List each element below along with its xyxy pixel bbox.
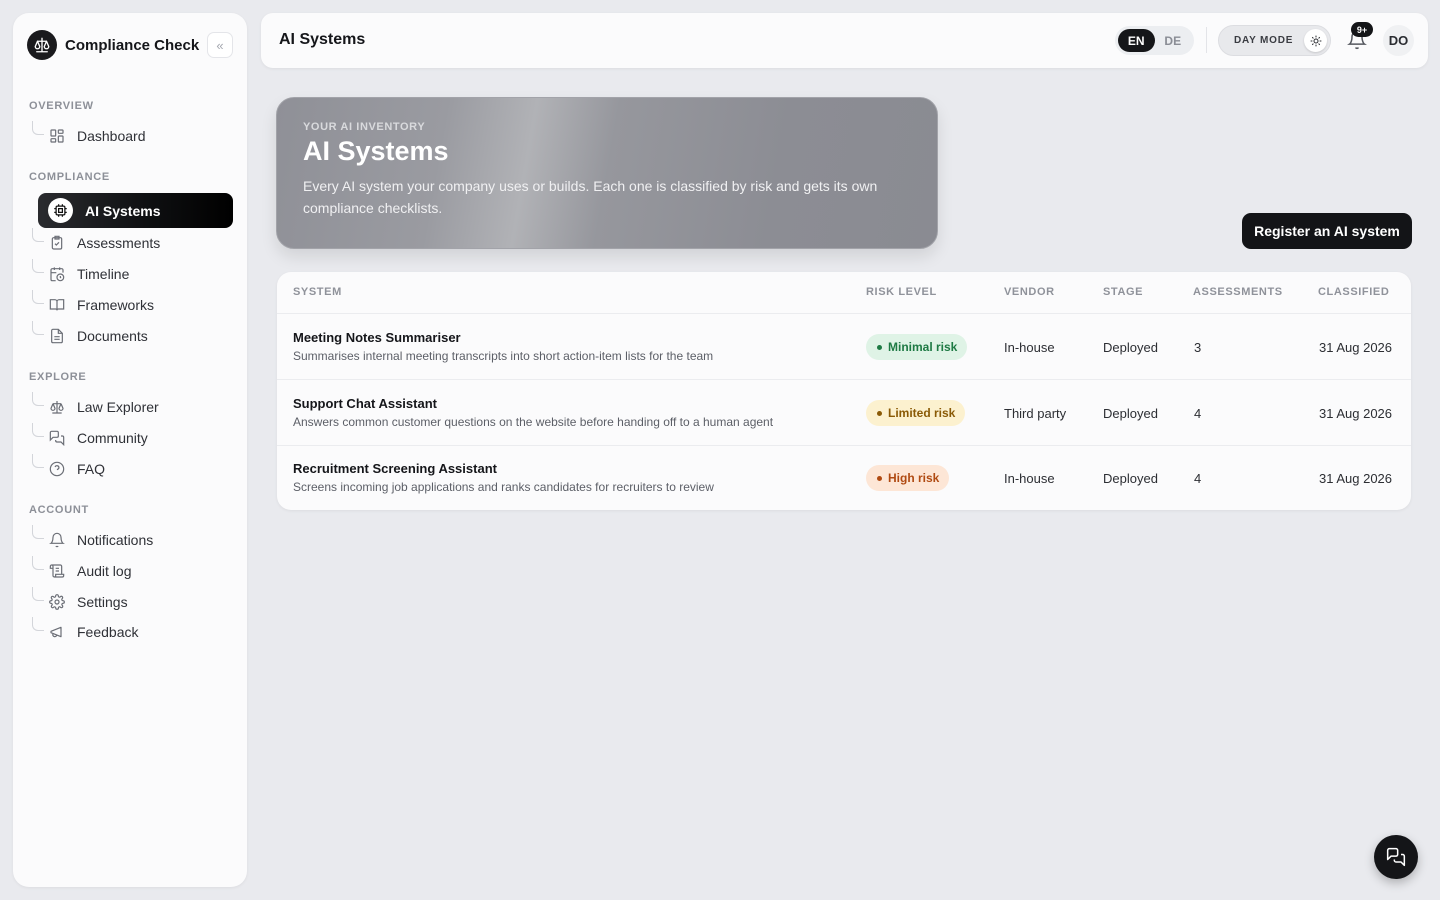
help-circle-icon <box>48 460 66 478</box>
hero-title: AI Systems <box>303 136 449 166</box>
divider <box>1206 27 1207 53</box>
system-name[interactable]: Recruitment Screening Assistant <box>293 461 497 476</box>
sidebar-item-settings[interactable]: Settings <box>32 587 128 617</box>
risk-badge-minimal: Minimal risk <box>866 334 968 360</box>
sidebar-item-label: Settings <box>77 594 128 610</box>
sidebar-item-label: Dashboard <box>77 128 146 144</box>
system-name[interactable]: Support Chat Assistant <box>293 396 437 411</box>
day-mode-toggle[interactable]: DAY MODE <box>1218 25 1331 56</box>
sidebar-item-dashboard[interactable]: Dashboard <box>32 121 146 151</box>
top-bar: AI Systems EN DE DAY MODE 9+ DO <box>261 13 1428 68</box>
sidebar-item-label: Timeline <box>77 266 130 282</box>
column-header-risk-level[interactable]: RISK LEVEL <box>866 286 937 298</box>
gear-icon <box>48 593 66 611</box>
vendor-cell: In-house <box>1004 340 1055 355</box>
language-toggle[interactable]: EN DE <box>1115 26 1194 55</box>
sidebar-item-law-explorer[interactable]: Law Explorer <box>32 392 159 422</box>
column-header-classified[interactable]: CLASSIFIED <box>1318 286 1389 298</box>
notifications-badge: 9+ <box>1351 22 1373 37</box>
sidebar-item-label: Law Explorer <box>77 399 159 415</box>
avatar[interactable]: DO <box>1383 25 1414 56</box>
register-ai-system-button[interactable]: Register an AI system <box>1242 213 1412 249</box>
sidebar-item-faq[interactable]: FAQ <box>32 454 106 484</box>
section-title-compliance: COMPLIANCE <box>29 171 110 183</box>
system-description: Summarises internal meeting transcripts … <box>293 349 714 363</box>
clipboard-check-icon <box>48 234 66 252</box>
sidebar-item-label: Assessments <box>77 235 161 251</box>
bell-icon <box>48 531 66 549</box>
ai-systems-table: SYSTEM RISK LEVEL VENDOR STAGE ASSESSMEN… <box>277 272 1411 510</box>
risk-badge-limited: Limited risk <box>866 400 966 426</box>
scale-icon <box>48 398 66 416</box>
system-description: Answers common customer questions on the… <box>293 415 774 429</box>
sidebar-item-audit-log[interactable]: Audit log <box>32 556 132 586</box>
sidebar-item-label: Frameworks <box>77 297 155 313</box>
dashboard-icon <box>48 127 66 145</box>
sidebar-item-notifications[interactable]: Notifications <box>32 525 154 555</box>
table-row[interactable]: Recruitment Screening Assistant Screens … <box>277 445 1411 511</box>
megaphone-icon <box>48 623 66 641</box>
risk-badge-high: High risk <box>866 465 950 491</box>
sidebar-item-label: Feedback <box>77 624 139 640</box>
system-description: Screens incoming job applications and ra… <box>293 480 714 494</box>
sidebar-item-frameworks[interactable]: Frameworks <box>32 290 155 320</box>
sidebar-item-label: AI Systems <box>85 202 161 219</box>
cpu-icon <box>48 198 73 223</box>
assessments-cell: 4 <box>1194 406 1202 421</box>
hero-kicker: YOUR AI INVENTORY <box>303 121 426 133</box>
calendar-clock-icon <box>48 265 66 283</box>
hero-description: Every AI system your company uses or bui… <box>303 178 878 216</box>
column-header-system[interactable]: SYSTEM <box>293 286 342 298</box>
document-icon <box>48 327 66 345</box>
hero-banner: YOUR AI INVENTORY AI Systems Every AI sy… <box>276 97 938 249</box>
stage-cell: Deployed <box>1103 340 1158 355</box>
sidebar-item-label: Audit log <box>77 563 132 579</box>
sidebar-item-feedback[interactable]: Feedback <box>32 617 139 647</box>
scale-logo-icon <box>27 30 57 60</box>
chat-icon <box>1386 847 1406 867</box>
column-header-vendor[interactable]: VENDOR <box>1004 286 1055 298</box>
sidebar-item-label: Documents <box>77 328 148 344</box>
vendor-cell: In-house <box>1004 471 1055 486</box>
sidebar-item-label: Notifications <box>77 532 154 548</box>
book-open-icon <box>48 296 66 314</box>
lang-en-button[interactable]: EN <box>1118 29 1155 52</box>
sidebar-item-label: FAQ <box>77 461 106 477</box>
table-row[interactable]: Meeting Notes Summariser Summarises inte… <box>277 314 1411 380</box>
sidebar-item-community[interactable]: Community <box>32 423 148 453</box>
sidebar-item-ai-systems[interactable]: AI Systems <box>38 193 233 228</box>
assessments-cell: 3 <box>1194 340 1202 355</box>
day-mode-label: DAY MODE <box>1234 35 1294 46</box>
table-row[interactable]: Support Chat Assistant Answers common cu… <box>277 380 1411 446</box>
brand-name: Compliance Check <box>65 36 200 54</box>
sidebar-item-label: Community <box>77 430 148 446</box>
brand[interactable]: Compliance Check <box>27 30 199 60</box>
messages-icon <box>48 429 66 447</box>
sidebar-item-assessments[interactable]: Assessments <box>32 228 161 258</box>
sidebar-item-documents[interactable]: Documents <box>32 321 148 351</box>
vendor-cell: Third party <box>1004 406 1067 421</box>
system-name[interactable]: Meeting Notes Summariser <box>293 330 461 345</box>
sidebar: Compliance Check « OVERVIEW Dashboard CO… <box>13 13 247 887</box>
page-title: AI Systems <box>279 31 366 48</box>
collapse-sidebar-button[interactable]: « <box>207 32 233 58</box>
scroll-icon <box>48 562 66 580</box>
stage-cell: Deployed <box>1103 471 1158 486</box>
column-header-stage[interactable]: STAGE <box>1103 286 1143 298</box>
sun-icon <box>1304 29 1327 52</box>
classified-cell: 31 Aug 2026 <box>1319 340 1393 355</box>
chat-button[interactable] <box>1374 835 1418 879</box>
section-title-overview: OVERVIEW <box>29 100 94 112</box>
column-header-assessments[interactable]: ASSESSMENTS <box>1193 286 1283 298</box>
section-title-account: ACCOUNT <box>29 504 89 516</box>
lang-de-button[interactable]: DE <box>1155 29 1192 52</box>
sidebar-item-timeline[interactable]: Timeline <box>32 259 130 289</box>
stage-cell: Deployed <box>1103 406 1158 421</box>
assessments-cell: 4 <box>1194 471 1202 486</box>
classified-cell: 31 Aug 2026 <box>1319 406 1393 421</box>
section-title-explore: EXPLORE <box>29 371 87 383</box>
classified-cell: 31 Aug 2026 <box>1319 471 1393 486</box>
